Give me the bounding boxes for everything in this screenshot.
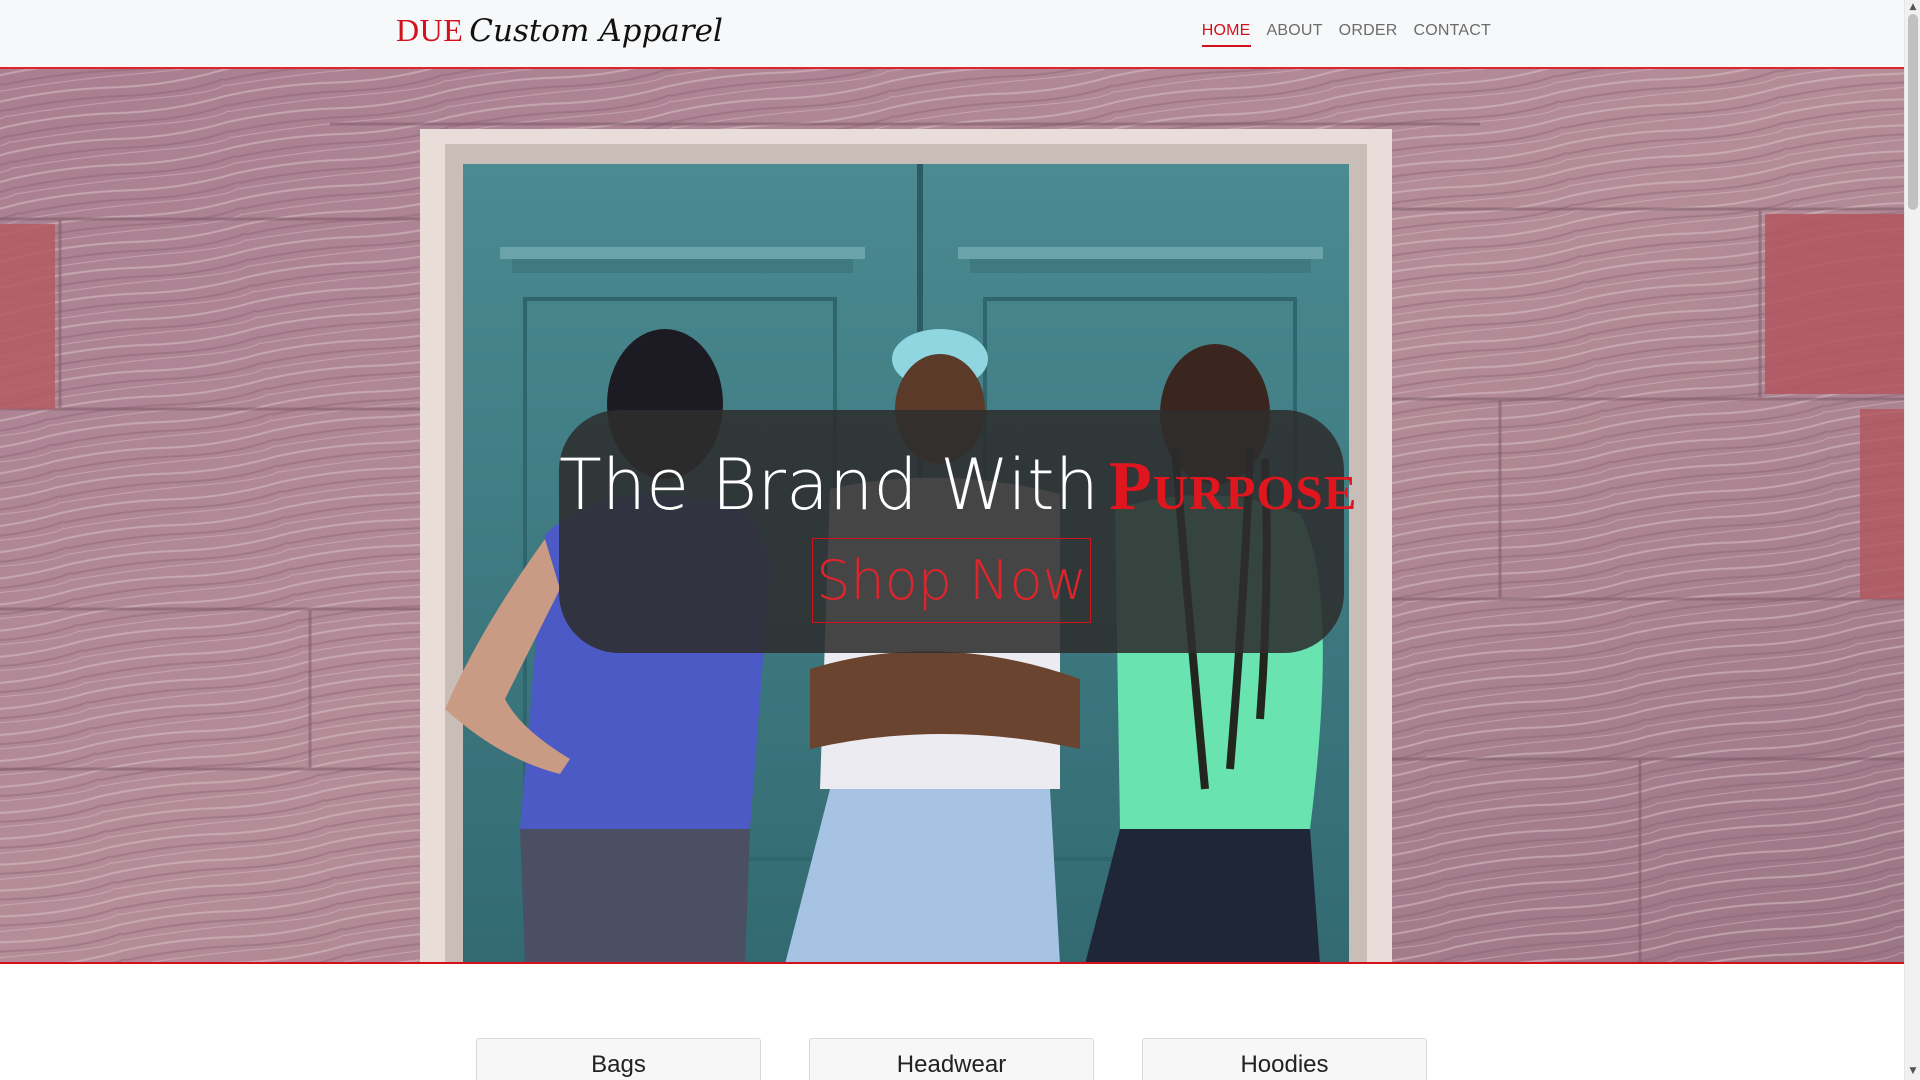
category-label: Hoodies <box>1240 1051 1329 1078</box>
brand-accent: DUE <box>396 12 464 48</box>
category-label: Bags <box>591 1051 646 1078</box>
hero-overlay: The Brand With Purpose Shop Now <box>559 410 1356 653</box>
nav-link-about[interactable]: ABOUT <box>1267 22 1323 47</box>
category-section: Bags Headwear Hoodies <box>0 966 1904 1080</box>
nav-link-order[interactable]: ORDER <box>1339 22 1398 47</box>
headline-main-text: The Brand With <box>559 444 1099 526</box>
hero-headline: The Brand With Purpose <box>559 444 1356 527</box>
shop-now-button[interactable]: Shop Now <box>812 538 1091 623</box>
nav-link-contact[interactable]: CONTACT <box>1413 22 1491 47</box>
main-nav: HOME ABOUT ORDER CONTACT <box>1201 22 1491 47</box>
category-card-hoodies[interactable]: Hoodies <box>1142 1038 1427 1080</box>
page-scrollbar[interactable]: ▲ ▼ <box>1904 0 1920 1080</box>
category-label: Headwear <box>896 1051 1007 1078</box>
scroll-thumb[interactable] <box>1908 14 1918 210</box>
category-card-bags[interactable]: Bags <box>476 1038 761 1080</box>
scroll-down-icon[interactable]: ▼ <box>1908 1066 1918 1076</box>
brand-text: Custom Apparel <box>469 13 723 49</box>
scroll-up-icon[interactable]: ▲ <box>1908 2 1918 12</box>
nav-link-home[interactable]: HOME <box>1201 22 1251 47</box>
hero-section: The Brand With Purpose Shop Now <box>0 69 1904 964</box>
brand-logo[interactable]: DUE Custom Apparel <box>396 12 723 58</box>
category-card-headwear[interactable]: Headwear <box>809 1038 1094 1080</box>
navbar: DUE Custom Apparel HOME ABOUT ORDER CONT… <box>0 0 1904 69</box>
headline-accent-text: Purpose <box>1108 448 1358 525</box>
